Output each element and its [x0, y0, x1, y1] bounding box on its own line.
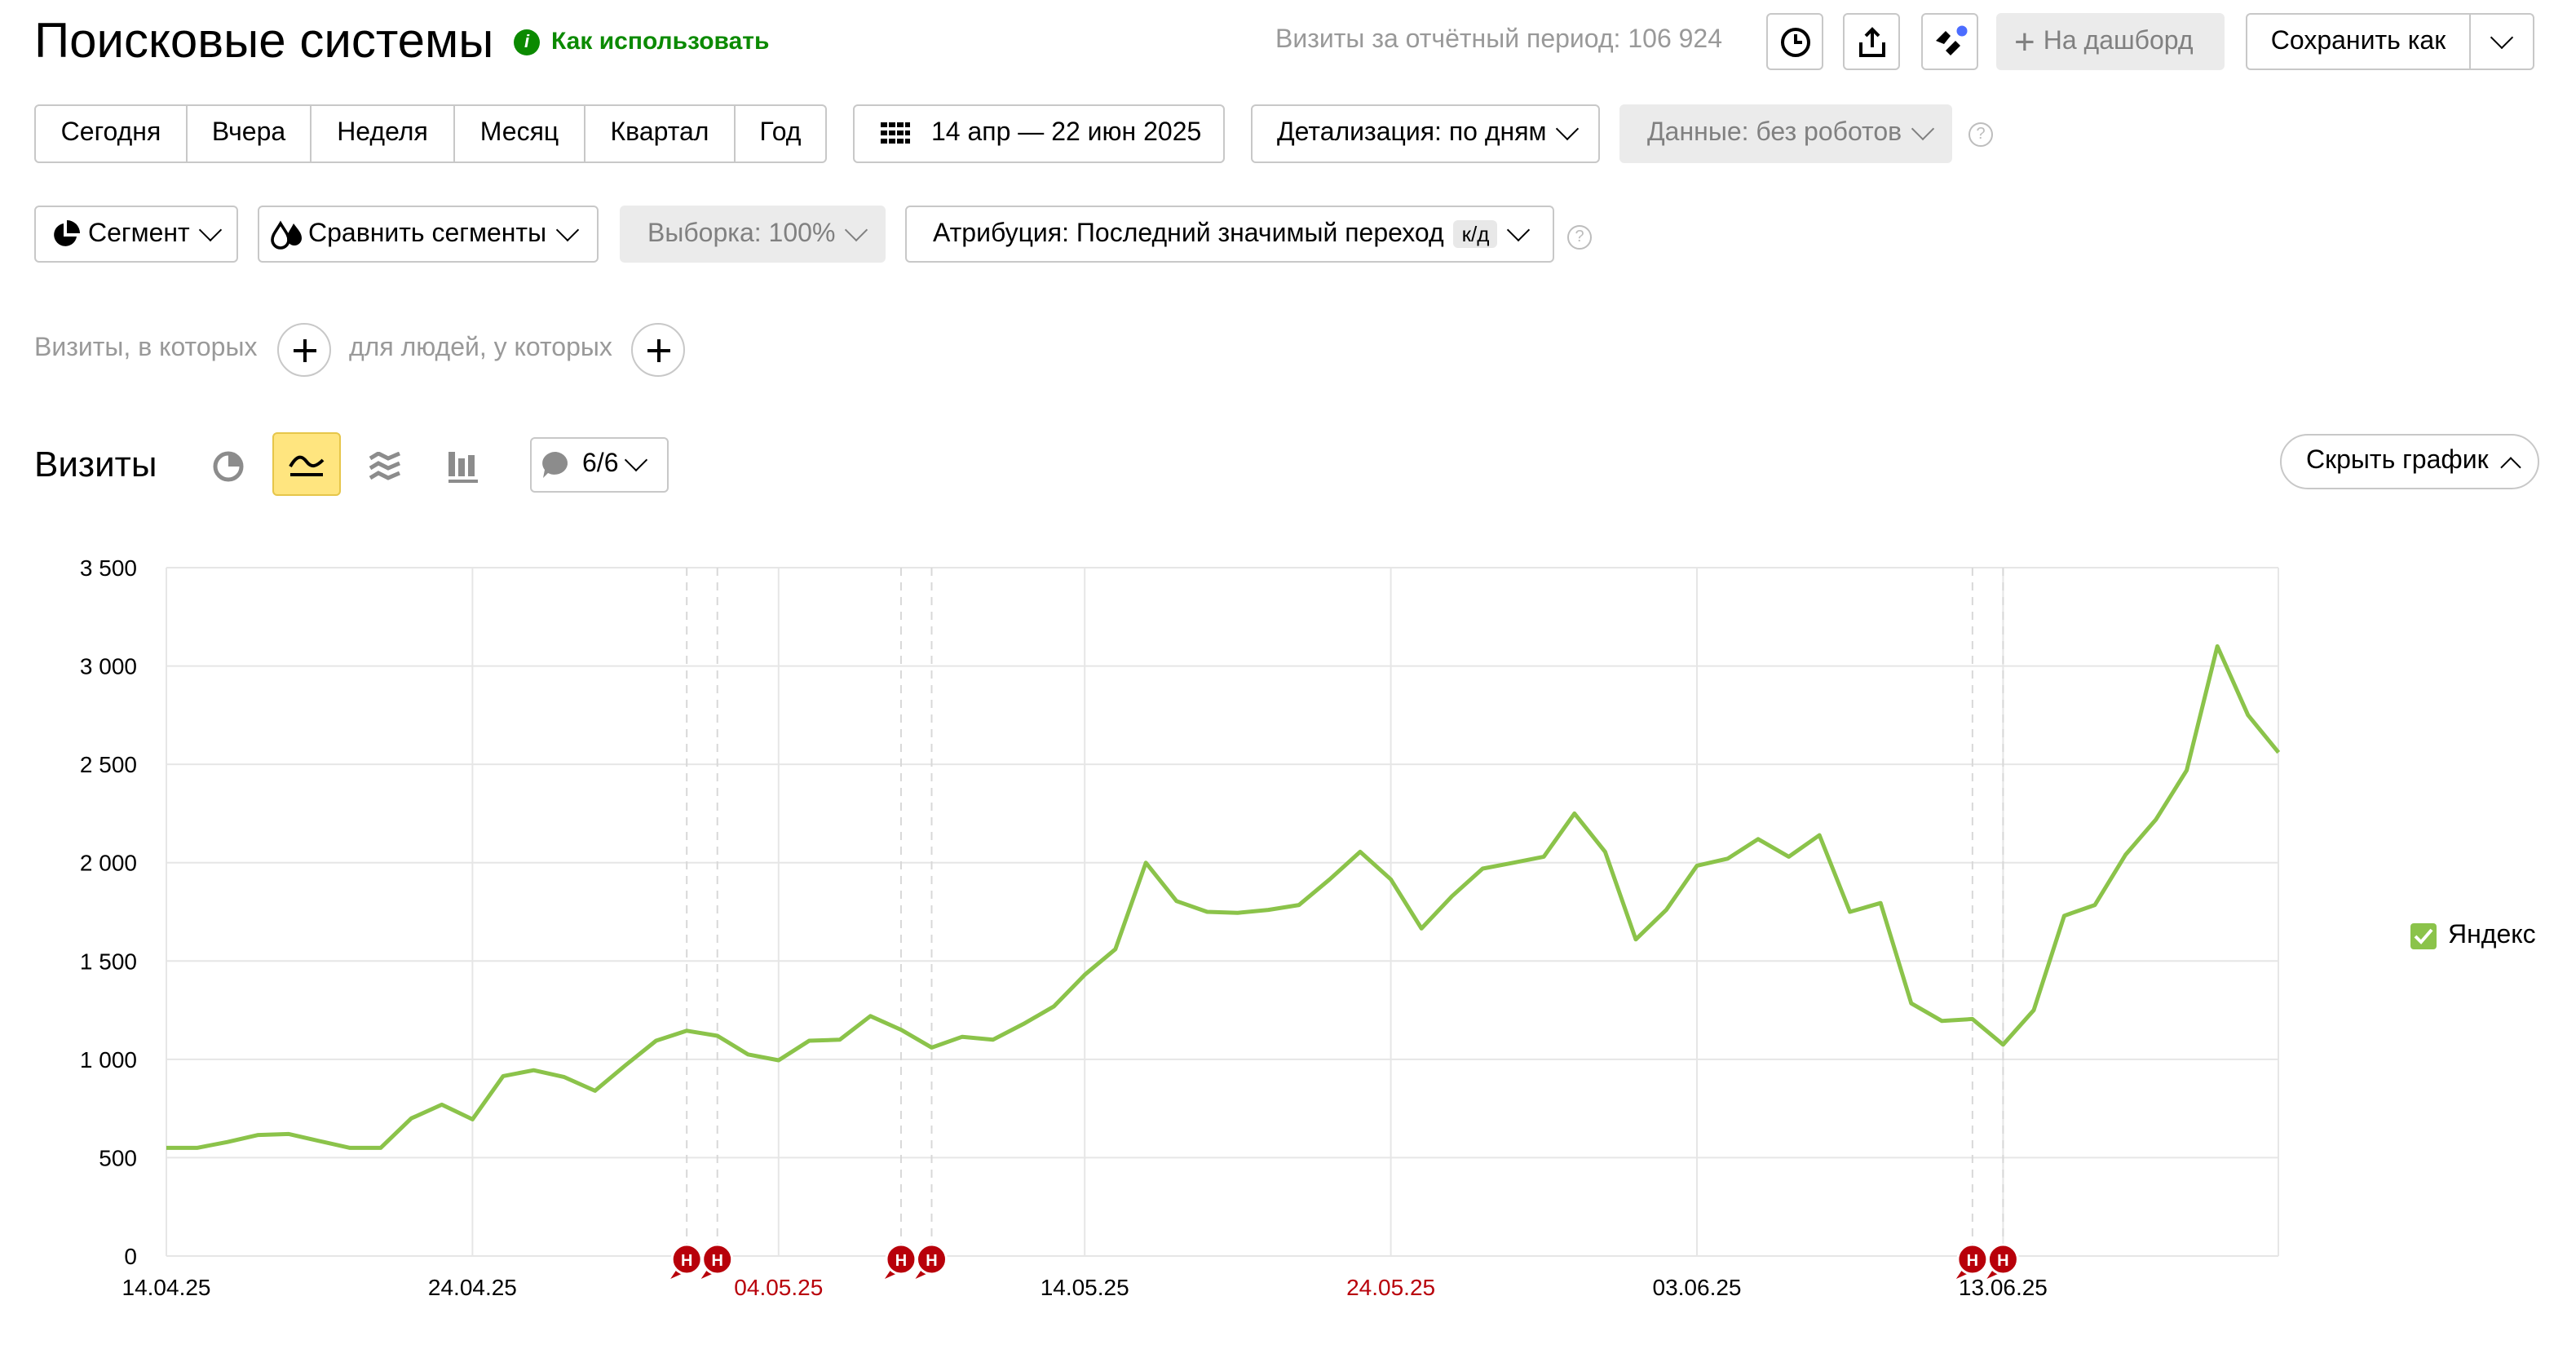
clock-icon — [1780, 27, 1809, 56]
annotation-marker[interactable]: Н — [1986, 1243, 2019, 1279]
period-quarter[interactable]: Квартал — [584, 104, 736, 163]
plus-icon: + — [2014, 20, 2035, 61]
plus-icon — [647, 338, 669, 361]
y-tick-label: 500 — [99, 1145, 137, 1170]
plus-icon — [293, 338, 316, 361]
assistant-button[interactable] — [1921, 13, 1978, 70]
annotation-marker[interactable]: Н — [915, 1243, 948, 1279]
history-button[interactable] — [1766, 13, 1823, 70]
chevron-down-icon — [625, 448, 648, 472]
x-tick-label: 24.04.25 — [428, 1275, 517, 1300]
annotation-marker[interactable]: Н — [670, 1243, 703, 1279]
help-icon[interactable]: ? — [1968, 122, 1993, 147]
area-chart-mode-button[interactable] — [356, 437, 414, 496]
chevron-down-icon — [1556, 117, 1580, 141]
legend-checkbox[interactable] — [2410, 923, 2437, 949]
chevron-up-icon — [2499, 456, 2521, 477]
add-people-condition-button[interactable] — [631, 323, 685, 377]
y-tick-label: 0 — [124, 1244, 137, 1269]
y-tick-label: 1 000 — [80, 1047, 137, 1073]
legend-item-yandex[interactable]: Яндекс — [2410, 922, 2536, 951]
save-as-button[interactable]: Сохранить как — [2246, 13, 2471, 70]
drops-icon — [271, 219, 302, 249]
period-yesterday[interactable]: Вчера — [186, 104, 312, 163]
period-year[interactable]: Год — [734, 104, 827, 163]
legend-label: Яндекс — [2448, 922, 2536, 949]
visits-total: Визиты за отчётный период: 106 924 — [1275, 26, 1723, 54]
checkmark-icon — [2414, 928, 2433, 944]
pie-chart-icon — [213, 451, 244, 482]
y-tick-label: 1 500 — [80, 949, 137, 974]
annotation-marker-label: Н — [1967, 1252, 1978, 1270]
comment-icon — [542, 451, 568, 478]
add-to-dashboard-button[interactable]: + На дашборд — [1996, 13, 2225, 70]
y-tick-label: 2 000 — [80, 851, 137, 876]
annotation-marker[interactable]: Н — [1955, 1243, 1989, 1279]
period-today[interactable]: Сегодня — [34, 104, 188, 163]
line-chart-mode-button[interactable] — [272, 432, 341, 496]
bar-chart-mode-button[interactable] — [434, 437, 493, 496]
visits-filter-label: Визиты, в которых — [34, 334, 258, 362]
annotation-marker-label: Н — [895, 1252, 907, 1270]
compare-segments-dropdown[interactable]: Сравнить сегменты — [258, 206, 599, 263]
annotation-marker-label: Н — [926, 1252, 937, 1270]
y-tick-label: 3 000 — [80, 654, 137, 679]
info-icon: i — [514, 29, 540, 55]
visits-total-value: 106 924 — [1628, 26, 1723, 54]
y-tick-label: 2 500 — [80, 752, 137, 777]
pie-chart-mode-button[interactable] — [199, 437, 258, 496]
line-chart-icon — [289, 454, 325, 475]
chevron-down-icon — [555, 217, 580, 241]
period-month[interactable]: Месяц — [453, 104, 585, 163]
people-filter-label: для людей, у которых — [349, 334, 612, 362]
period-week[interactable]: Неделя — [310, 104, 455, 163]
assistant-icon — [1935, 22, 1969, 55]
x-tick-label: 14.04.25 — [122, 1275, 211, 1300]
sample-dropdown[interactable]: Выборка: 100% — [620, 206, 886, 263]
calendar-icon — [881, 122, 910, 144]
chevron-down-icon — [2490, 24, 2514, 49]
annotation-marker-label: Н — [681, 1252, 692, 1270]
x-tick-label: 14.05.25 — [1041, 1275, 1129, 1300]
save-as-dropdown[interactable] — [2469, 13, 2534, 70]
hide-graph-button[interactable]: Скрыть график — [2280, 434, 2539, 489]
y-tick-label: 3 500 — [80, 555, 137, 581]
x-tick-label: 24.05.25 — [1346, 1275, 1435, 1300]
annotation-marker-label: Н — [1997, 1252, 2008, 1270]
annotation-marker[interactable]: Н — [700, 1243, 734, 1279]
pie-icon — [54, 219, 80, 245]
add-visits-condition-button[interactable] — [277, 323, 331, 377]
graph-title: Визиты — [34, 444, 157, 484]
chevron-down-icon — [845, 217, 868, 241]
attribution-dropdown[interactable]: Атрибуция: Последний значимый переход к/… — [905, 206, 1554, 263]
data-filter-dropdown[interactable]: Данные: без роботов — [1619, 104, 1952, 163]
area-chart-icon — [369, 452, 400, 480]
annotations-dropdown[interactable]: 6/6 — [530, 437, 669, 493]
segment-dropdown[interactable]: Сегмент — [34, 206, 238, 263]
x-tick-label: 03.06.25 — [1653, 1275, 1742, 1300]
chevron-down-icon — [199, 217, 223, 241]
x-tick-label: 04.05.25 — [734, 1275, 823, 1300]
how-to-use-link[interactable]: i Как использовать — [514, 28, 769, 55]
chevron-down-icon — [1507, 217, 1531, 241]
help-icon[interactable]: ? — [1567, 225, 1592, 250]
attribution-badge: к/д — [1453, 220, 1498, 248]
bar-chart-icon — [448, 452, 478, 483]
detail-dropdown[interactable]: Детализация: по дням — [1251, 104, 1600, 163]
date-range-picker[interactable]: 14 апр — 22 июн 2025 — [853, 104, 1225, 163]
series-line-yandex — [166, 644, 2281, 1150]
chevron-down-icon — [1911, 117, 1935, 141]
x-tick-label: 13.06.25 — [1959, 1275, 2048, 1300]
export-button[interactable] — [1843, 13, 1900, 70]
annotation-marker[interactable]: Н — [884, 1243, 917, 1279]
annotation-marker-label: Н — [711, 1252, 722, 1270]
page-title: Поисковые системы — [34, 15, 494, 69]
share-icon — [1858, 26, 1885, 56]
visits-chart: 0 500 1 000 1 500 2 000 2 500 3 000 3 500 14.04.… — [80, 555, 2281, 1300]
